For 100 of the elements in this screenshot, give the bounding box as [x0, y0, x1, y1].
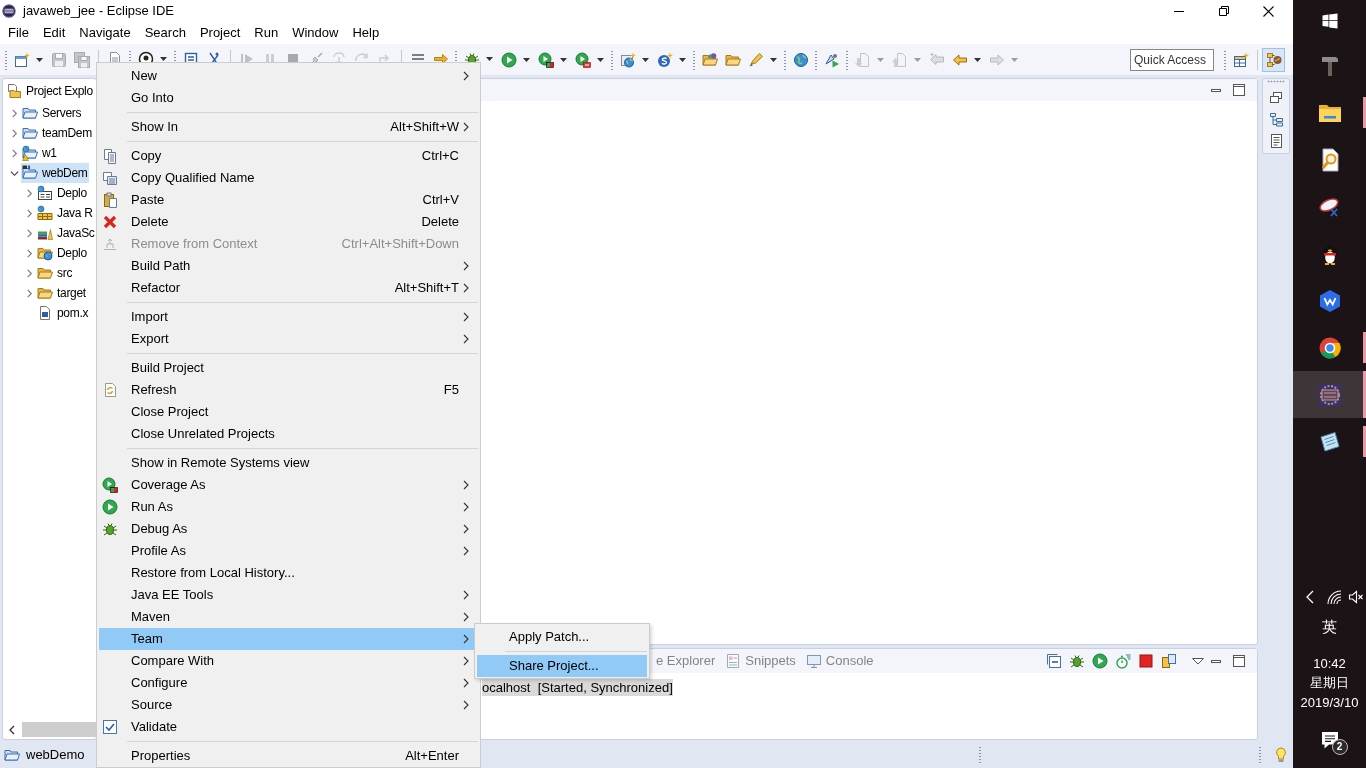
console-icon — [805, 653, 822, 669]
menu-item[interactable]: Help — [345, 23, 387, 43]
close-icon — [1263, 5, 1274, 17]
triangle-down-icon[interactable] — [1192, 657, 1204, 665]
menu-item[interactable]: Properties Alt+Enter — [99, 745, 478, 767]
minimize-icon[interactable] — [1211, 88, 1221, 92]
menu-item[interactable]: Configure — [99, 672, 478, 694]
tree-item[interactable]: Java R — [36, 203, 94, 223]
menu-item[interactable]: Close Unrelated Projects — [99, 423, 478, 445]
view-tab[interactable]: Snippets — [720, 650, 801, 672]
menu-item[interactable]: Compare With — [99, 650, 478, 672]
menu-item[interactable]: Source — [99, 694, 478, 716]
collapse-all-icon[interactable] — [1046, 653, 1062, 669]
menu-item[interactable]: Refactor Alt+Shift+T — [99, 277, 478, 299]
tree-item[interactable]: Servers — [21, 103, 83, 123]
chevron-right-icon[interactable] — [25, 248, 34, 258]
perspective-button[interactable] — [1262, 47, 1285, 72]
document-up-icon — [891, 51, 908, 68]
status-text: webDemo — [26, 747, 85, 763]
outline-icon[interactable] — [1268, 111, 1284, 127]
chevron-right-icon[interactable] — [10, 148, 19, 158]
menu-item[interactable]: Run — [247, 23, 286, 43]
chevron-right-icon[interactable] — [25, 188, 34, 198]
menu-item[interactable]: Go Into — [99, 87, 478, 109]
tree-item[interactable]: JavaSc — [36, 223, 96, 243]
menu-item[interactable]: Build Project — [99, 357, 478, 379]
tree-item[interactable]: pom.x — [36, 303, 90, 323]
menu-item[interactable]: Navigate — [72, 23, 138, 43]
tree-item[interactable]: teamDem — [21, 123, 93, 143]
menu-item[interactable]: File — [1, 23, 36, 43]
bug-icon — [102, 521, 118, 537]
menu-item[interactable]: Export — [99, 328, 478, 350]
maximize-icon[interactable] — [1231, 82, 1247, 98]
menu-item[interactable]: Refresh F5 — [99, 379, 478, 401]
open-folder-icon — [4, 747, 20, 763]
start-icon — [1320, 12, 1339, 30]
menu-item[interactable]: Copy Ctrl+C — [99, 145, 478, 167]
open-folder-icon — [22, 165, 38, 181]
run-icon[interactable] — [1092, 653, 1108, 669]
menu-item[interactable]: Edit — [35, 23, 73, 43]
view-tab[interactable]: Project Explo — [5, 83, 94, 99]
overlapping-pages-icon[interactable] — [1161, 653, 1177, 669]
chevron-right-icon[interactable] — [25, 228, 34, 238]
chevron-right-icon[interactable] — [10, 108, 19, 118]
minimize-icon[interactable] — [1211, 659, 1221, 663]
chevron-right-icon[interactable] — [25, 268, 34, 278]
menu-item[interactable]: Coverage As — [99, 474, 478, 496]
speaker-muted-icon[interactable] — [1348, 588, 1364, 605]
boxes-cup-icon — [1265, 51, 1282, 68]
menu-item[interactable]: Java EE Tools — [99, 584, 478, 606]
message-icon[interactable] — [1319, 730, 1340, 750]
menu-item[interactable]: Import — [99, 306, 478, 328]
menu-item[interactable]: Show In Alt+Shift+W — [99, 116, 478, 138]
menu-item[interactable]: New — [99, 65, 478, 87]
view-tab[interactable]: Console — [800, 650, 879, 672]
menu-item[interactable]: Project — [192, 23, 248, 43]
stop-icon[interactable] — [1138, 653, 1154, 669]
arrow-tray-icon — [102, 236, 118, 252]
menu-item[interactable]: Validate — [99, 716, 478, 738]
tree-item[interactable]: Deplo — [36, 243, 88, 263]
play-bar-icon — [238, 51, 255, 62]
menu-item[interactable]: Delete Delete — [99, 211, 478, 233]
chevron-down-icon[interactable] — [10, 168, 19, 178]
maximize-icon[interactable] — [1231, 653, 1247, 669]
task-list-icon[interactable] — [1268, 133, 1284, 149]
menu-item[interactable]: Copy Qualified Name — [99, 167, 478, 189]
chevron-left-icon[interactable] — [8, 724, 16, 735]
chevron-right-icon[interactable] — [25, 288, 34, 298]
coverage-icon — [102, 477, 118, 493]
chevron-right-icon[interactable] — [10, 128, 19, 138]
menu-item[interactable]: Share Project... — [477, 655, 647, 677]
keyboard-shortcut: Alt+Shift+T — [394, 280, 459, 296]
menu-item[interactable]: Apply Patch... — [477, 626, 647, 648]
tree-item[interactable]: webDem — [21, 163, 89, 183]
bug-icon[interactable] — [1069, 653, 1085, 669]
stopwatch-icon[interactable] — [1115, 653, 1131, 669]
menu-item[interactable]: Window — [285, 23, 346, 43]
menu-item[interactable]: Run As — [99, 496, 478, 518]
menu-item[interactable]: Close Project — [99, 401, 478, 423]
menu-item[interactable]: Debug As — [99, 518, 478, 540]
run-icon — [102, 499, 118, 515]
wifi-icon[interactable] — [1326, 588, 1342, 605]
menu-item[interactable]: Restore from Local History... — [99, 562, 478, 584]
input-language-indicator[interactable]: 英 — [1322, 616, 1337, 637]
tree-item[interactable]: src — [36, 263, 74, 283]
tree-item[interactable]: w1 — [21, 143, 58, 163]
keyboard-shortcut: F5 — [443, 382, 459, 398]
quick-access-field[interactable]: Quick Access — [1130, 48, 1214, 71]
restore-icon[interactable] — [1268, 89, 1284, 105]
menu-item[interactable]: Profile As — [99, 540, 478, 562]
tree-item[interactable]: Deplo — [36, 183, 88, 203]
menu-item[interactable]: Search — [137, 23, 193, 43]
tree-item[interactable]: ocalhost [Started, Synchronized] — [482, 679, 673, 696]
menu-item[interactable]: Maven — [99, 606, 478, 628]
menu-item[interactable]: Show in Remote Systems view — [99, 452, 478, 474]
chevron-right-icon[interactable] — [25, 208, 34, 218]
menu-item[interactable]: Build Path — [99, 255, 478, 277]
arrow-icon — [432, 51, 449, 62]
tree-item[interactable]: target — [36, 283, 87, 303]
menu-item[interactable]: Paste Ctrl+V — [99, 189, 478, 211]
